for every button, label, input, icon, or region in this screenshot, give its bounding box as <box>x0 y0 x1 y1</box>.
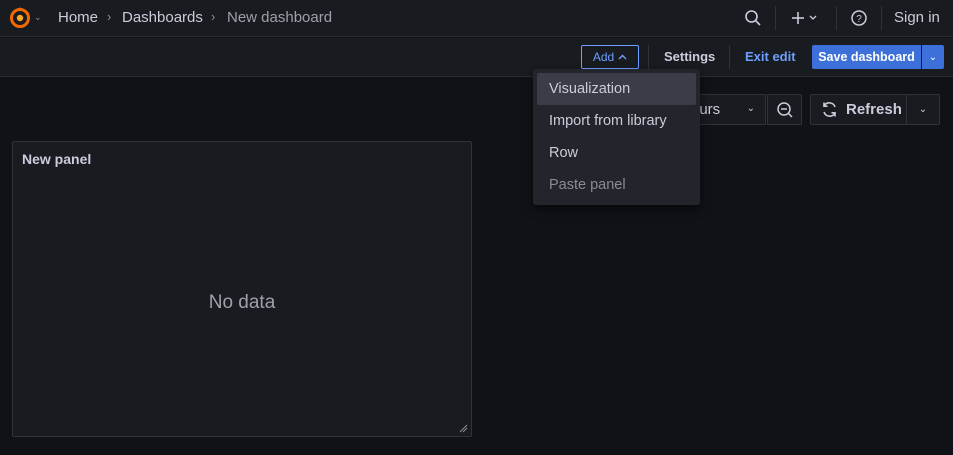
refresh-icon <box>823 102 836 117</box>
divider <box>881 6 882 30</box>
sign-in-link[interactable]: Sign in <box>894 9 940 26</box>
breadcrumb-home[interactable]: Home <box>58 9 98 26</box>
divider <box>729 45 730 69</box>
refresh-interval-chevron-down-icon[interactable]: ⌄ <box>907 94 940 125</box>
divider <box>775 6 776 30</box>
exit-edit-button[interactable]: Exit edit <box>745 49 796 64</box>
settings-button[interactable]: Settings <box>664 49 715 64</box>
menu-item-paste-panel: Paste panel <box>549 177 626 193</box>
svg-text:?: ? <box>856 14 862 25</box>
resize-handle-icon[interactable] <box>458 423 468 433</box>
chevron-up-icon <box>618 54 627 60</box>
menu-item-visualization[interactable]: Visualization <box>537 73 696 105</box>
add-label: Add <box>592 50 615 64</box>
save-options-chevron-down-icon[interactable]: ⌄ <box>922 45 944 69</box>
zoom-out-icon <box>776 101 793 118</box>
divider <box>836 6 837 30</box>
chevron-right-icon: › <box>107 9 112 24</box>
breadcrumb-current: New dashboard <box>227 9 333 26</box>
chevron-down-icon: ⌄ <box>746 103 755 114</box>
add-dropdown-menu: Visualization Import from library Row Pa… <box>533 69 700 205</box>
save-dashboard-button[interactable]: Save dashboard <box>812 45 921 69</box>
menu-item-import-from-library[interactable]: Import from library <box>537 105 696 137</box>
dashboard-panel[interactable]: New panel No data <box>12 141 472 437</box>
panel-title: New panel <box>22 151 92 167</box>
chevron-right-icon: › <box>211 9 216 24</box>
refresh-button[interactable]: Refresh <box>810 94 907 125</box>
help-icon[interactable]: ? <box>848 6 870 30</box>
grafana-logo-icon[interactable] <box>8 6 32 30</box>
refresh-label: Refresh <box>846 101 902 118</box>
top-navbar: ⌄ Home › Dashboards › New dashboard ? Si… <box>0 0 953 37</box>
divider <box>648 45 649 69</box>
menu-item-row[interactable]: Row <box>537 137 696 169</box>
edit-toolbar: Add Settings Exit edit Save dashboard ⌄ <box>0 38 953 77</box>
zoom-out-button[interactable] <box>767 94 802 125</box>
add-button[interactable]: Add <box>581 45 639 69</box>
time-range-picker[interactable]: ours ⌄ <box>690 94 766 125</box>
panel-no-data-text: No data <box>208 292 276 313</box>
plus-icon[interactable] <box>788 6 824 30</box>
breadcrumb-dashboards[interactable]: Dashboards <box>122 9 203 26</box>
chevron-down-icon[interactable]: ⌄ <box>34 12 42 23</box>
search-icon[interactable] <box>742 6 764 30</box>
